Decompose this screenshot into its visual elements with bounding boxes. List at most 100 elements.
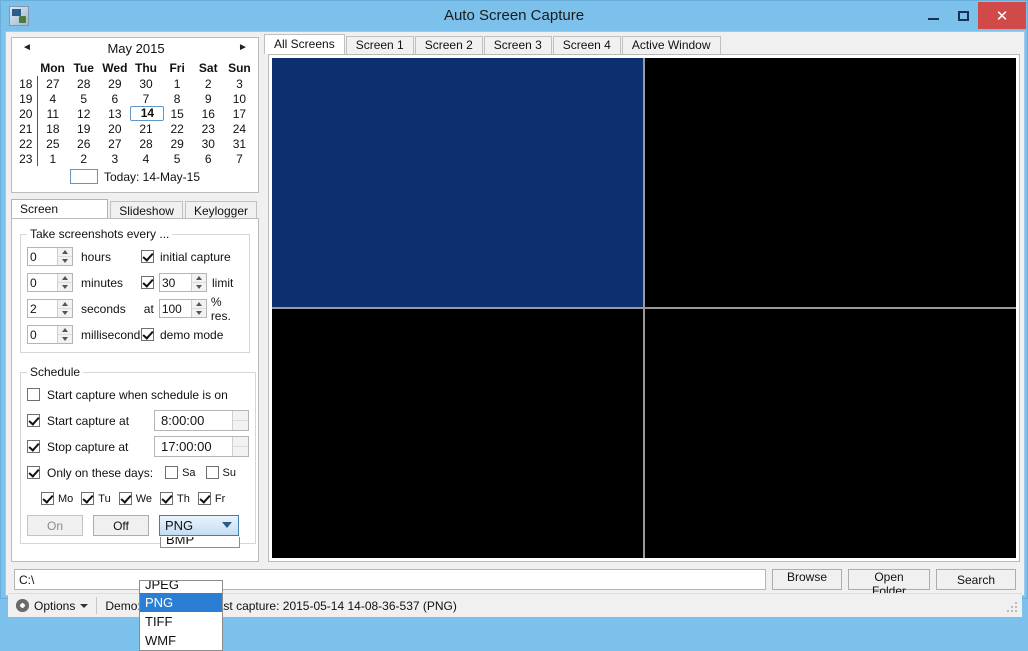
calendar-day-cell[interactable]: 2: [193, 76, 224, 91]
calendar-day-cell[interactable]: 24: [224, 121, 255, 136]
tab-keylogger[interactable]: Keylogger: [184, 201, 257, 219]
calendar-day-cell[interactable]: 27: [99, 136, 130, 151]
minutes-input[interactable]: [28, 274, 57, 291]
calendar-day-cell[interactable]: 9: [193, 91, 224, 106]
calendar-next-icon[interactable]: ►: [236, 42, 250, 53]
close-button[interactable]: ✕: [978, 2, 1026, 29]
tab-slideshow[interactable]: Slideshow: [110, 201, 183, 219]
calendar-day-cell[interactable]: 13: [99, 106, 130, 121]
minutes-spin-buttons[interactable]: [57, 274, 72, 291]
calendar-selected-day[interactable]: 14: [130, 106, 165, 121]
day-tu-checkbox[interactable]: [81, 492, 95, 505]
seconds-spin-buttons[interactable]: [57, 300, 72, 317]
day-su-checkbox[interactable]: [205, 466, 219, 479]
screen-4-preview[interactable]: [645, 309, 1016, 558]
calendar-day-cell[interactable]: 6: [193, 151, 224, 166]
start-on-schedule-checkbox[interactable]: [27, 388, 40, 401]
schedule-off-button[interactable]: Off: [93, 515, 149, 536]
image-format-dropdown-top[interactable]: BMP: [160, 537, 240, 548]
tab-all-screens[interactable]: All Screens: [264, 34, 345, 54]
seconds-stepper[interactable]: [27, 299, 73, 318]
calendar-day-cell[interactable]: 18: [37, 121, 68, 136]
hours-input[interactable]: [28, 248, 57, 265]
minutes-stepper[interactable]: [27, 273, 73, 292]
tab-screen-1[interactable]: Screen 1: [345, 36, 414, 54]
tab-screen-3[interactable]: Screen 3: [483, 36, 552, 54]
calendar-day-cell[interactable]: 4: [37, 91, 68, 106]
limit-spin-buttons[interactable]: [191, 274, 206, 291]
day-th-checkbox[interactable]: [160, 492, 174, 505]
image-format-dropdown-list[interactable]: JPEG PNG TIFF WMF: [139, 580, 223, 651]
calendar[interactable]: ◄ May 2015 ► Mon Tue Wed Thu Fri Sat Sun 18 27 2…: [11, 37, 259, 193]
options-menu-button[interactable]: Options: [8, 597, 96, 615]
calendar-day-cell[interactable]: 28: [130, 136, 161, 151]
calendar-day-cell[interactable]: 20: [99, 121, 130, 136]
tab-active-window[interactable]: Active Window: [621, 36, 721, 54]
milliseconds-spin-buttons[interactable]: [57, 326, 72, 343]
initial-capture-checkbox[interactable]: [141, 250, 154, 263]
stop-time-spin-buttons[interactable]: [232, 437, 248, 456]
start-capture-time[interactable]: 8:00:00: [154, 410, 249, 431]
search-button[interactable]: Search: [936, 569, 1016, 590]
tab-screen-capture[interactable]: Screen Capture: [11, 199, 109, 235]
tab-screen-2[interactable]: Screen 2: [414, 36, 483, 54]
image-format-combobox[interactable]: PNG BMP: [159, 515, 240, 548]
resolution-spin-buttons[interactable]: [190, 300, 206, 317]
tab-screen-4[interactable]: Screen 4: [552, 36, 621, 54]
screen-3-preview[interactable]: [272, 309, 643, 558]
calendar-day-cell[interactable]: 8: [162, 91, 193, 106]
browse-button[interactable]: Browse ...: [772, 569, 842, 598]
start-time-spin-buttons[interactable]: [232, 411, 248, 430]
screen-2-preview[interactable]: [645, 58, 1016, 307]
calendar-day-cell[interactable]: 3: [99, 151, 130, 166]
calendar-day-cell[interactable]: 1: [37, 151, 68, 166]
stop-capture-checkbox[interactable]: [27, 440, 40, 453]
seconds-input[interactable]: [28, 300, 57, 317]
calendar-day-cell[interactable]: 30: [193, 136, 224, 151]
image-format-option-jpeg[interactable]: JPEG: [140, 581, 222, 593]
calendar-day-cell[interactable]: 29: [99, 76, 130, 91]
image-format-option-bmp[interactable]: BMP: [161, 537, 239, 547]
milliseconds-input[interactable]: [28, 326, 57, 343]
demo-mode-checkbox[interactable]: [141, 328, 154, 341]
calendar-day-cell[interactable]: 28: [68, 76, 99, 91]
calendar-day-cell[interactable]: 5: [68, 91, 99, 106]
calendar-day-cell[interactable]: 27: [37, 76, 68, 91]
stop-capture-time[interactable]: 17:00:00: [154, 436, 249, 457]
image-format-option-tiff[interactable]: TIFF: [140, 612, 222, 631]
save-path-input[interactable]: C:\: [14, 569, 766, 590]
milliseconds-stepper[interactable]: [27, 325, 73, 344]
calendar-day-cell[interactable]: 31: [224, 136, 255, 151]
maximize-button[interactable]: [948, 2, 978, 29]
start-capture-checkbox[interactable]: [27, 414, 40, 427]
calendar-day-cell[interactable]: 21: [130, 121, 161, 136]
calendar-day-cell[interactable]: 14: [130, 106, 165, 121]
resolution-stepper[interactable]: [158, 299, 207, 318]
calendar-day-cell[interactable]: 26: [68, 136, 99, 151]
calendar-day-cell[interactable]: 7: [130, 91, 161, 106]
limit-input[interactable]: [160, 274, 191, 291]
calendar-day-cell[interactable]: 3: [224, 76, 255, 91]
day-sa-checkbox[interactable]: [165, 466, 179, 479]
calendar-day-cell[interactable]: 16: [193, 106, 224, 121]
calendar-day-cell[interactable]: 4: [130, 151, 161, 166]
screen-1-preview[interactable]: [272, 58, 643, 307]
calendar-day-cell[interactable]: 12: [68, 106, 99, 121]
calendar-day-cell[interactable]: 17: [224, 106, 255, 121]
minimize-button[interactable]: [918, 2, 948, 29]
schedule-on-button[interactable]: On: [27, 515, 83, 536]
limit-stepper[interactable]: [159, 273, 207, 292]
calendar-day-cell[interactable]: 1: [162, 76, 193, 91]
calendar-day-cell[interactable]: 22: [162, 121, 193, 136]
calendar-day-cell[interactable]: 25: [37, 136, 68, 151]
calendar-day-cell[interactable]: 11: [37, 106, 68, 121]
calendar-day-cell[interactable]: 30: [130, 76, 161, 91]
hours-stepper[interactable]: [27, 247, 73, 266]
calendar-day-cell[interactable]: 7: [224, 151, 255, 166]
calendar-day-cell[interactable]: 5: [162, 151, 193, 166]
image-format-option-wmf[interactable]: WMF: [140, 631, 222, 650]
resize-grip-icon[interactable]: [1006, 602, 1018, 614]
calendar-day-cell[interactable]: 29: [162, 136, 193, 151]
resolution-input[interactable]: [159, 300, 191, 317]
image-format-option-png[interactable]: PNG: [140, 593, 222, 612]
